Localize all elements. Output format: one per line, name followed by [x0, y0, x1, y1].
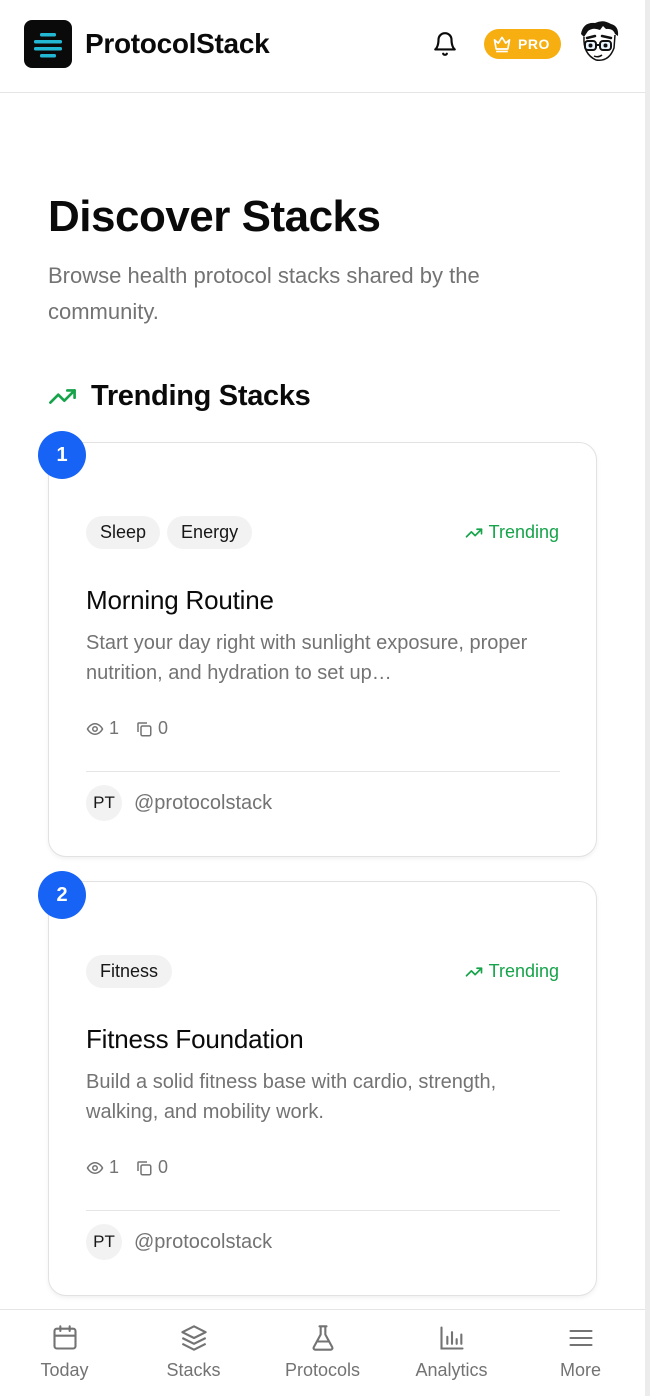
- card-description: Build a solid fitness base with cardio, …: [86, 1071, 497, 1123]
- app-brand[interactable]: ProtocolStack: [85, 28, 270, 60]
- card-title[interactable]: Fitness Foundation: [86, 1024, 304, 1055]
- eye-icon: [86, 722, 104, 735]
- trending-badge: Trending: [465, 961, 559, 982]
- author-avatar: PT: [86, 785, 122, 821]
- card-title[interactable]: Morning Routine: [86, 585, 274, 616]
- views-stat: 1: [86, 718, 119, 739]
- pro-badge[interactable]: PRO: [484, 29, 561, 59]
- card-description: Start your day right with sunlight expos…: [86, 632, 528, 684]
- card-author[interactable]: PT @protocolstack: [86, 1224, 272, 1260]
- copies-stat: 0: [135, 1157, 168, 1178]
- author-handle: @protocolstack: [134, 1230, 273, 1253]
- nav-item-today[interactable]: Today: [0, 1310, 129, 1396]
- nav-item-more[interactable]: More: [516, 1310, 645, 1396]
- nav-label: Protocols: [284, 1360, 361, 1380]
- stack-card[interactable]: Sleep Energy Trending Morning Routine St…: [48, 442, 597, 857]
- rank-badge: 2: [38, 871, 86, 919]
- copies-count: 0: [158, 1157, 169, 1177]
- bar-chart-icon: [439, 1326, 464, 1350]
- copies-stat: 0: [135, 718, 168, 739]
- scrollbar-track[interactable]: [645, 0, 650, 1396]
- user-avatar[interactable]: [573, 18, 623, 68]
- author-avatar: PT: [86, 1224, 122, 1260]
- tag-list: Fitness: [86, 955, 173, 988]
- app-header: ProtocolStack PRO: [0, 0, 645, 93]
- trending-section-header: Trending Stacks: [48, 380, 311, 413]
- section-title: Trending Stacks: [91, 380, 311, 412]
- views-count: 1: [109, 718, 120, 738]
- copy-icon: [137, 721, 152, 736]
- nav-label: Today: [40, 1360, 89, 1380]
- menu-icon: [568, 1329, 593, 1347]
- pro-label: PRO: [518, 36, 550, 52]
- nav-label: More: [559, 1360, 601, 1380]
- trending-label: Trending: [488, 961, 559, 981]
- trending-up-icon: [49, 389, 76, 404]
- page-subtitle: Browse health protocol stacks shared by …: [48, 263, 480, 324]
- copies-count: 0: [158, 718, 169, 738]
- tag[interactable]: Sleep: [86, 516, 161, 549]
- trending-badge: Trending: [465, 522, 559, 543]
- app-logo[interactable]: [24, 20, 72, 68]
- tag[interactable]: Fitness: [86, 955, 173, 988]
- flask-icon: [312, 1325, 333, 1351]
- rank-badge: 1: [38, 431, 86, 479]
- copy-icon: [137, 1160, 152, 1175]
- crown-icon: [493, 36, 511, 53]
- bottom-nav: Today Stacks Protocols Analytics More: [0, 1309, 645, 1396]
- stack-card[interactable]: Fitness Trending Fitness Foundation Buil…: [48, 881, 597, 1296]
- calendar-icon: [52, 1325, 77, 1350]
- nav-label: Stacks: [166, 1360, 221, 1380]
- card-author[interactable]: PT @protocolstack: [86, 785, 272, 821]
- views-count: 1: [109, 1157, 120, 1177]
- nav-item-stacks[interactable]: Stacks: [129, 1310, 258, 1396]
- trending-up-icon: [465, 966, 482, 977]
- notifications-bell-icon[interactable]: [432, 31, 458, 57]
- card-stats: 1 0: [86, 1157, 168, 1178]
- card-stats: 1 0: [86, 718, 168, 739]
- trending-up-icon: [465, 527, 482, 538]
- card-divider: [86, 771, 560, 772]
- nav-item-protocols[interactable]: Protocols: [258, 1310, 387, 1396]
- layers-icon: [180, 1325, 207, 1351]
- author-handle: @protocolstack: [134, 791, 273, 814]
- tag-list: Sleep Energy: [86, 516, 253, 549]
- views-stat: 1: [86, 1157, 119, 1178]
- card-divider: [86, 1210, 560, 1211]
- nav-item-analytics[interactable]: Analytics: [387, 1310, 516, 1396]
- eye-icon: [86, 1161, 104, 1174]
- page-title: Discover Stacks: [48, 192, 381, 241]
- tag[interactable]: Energy: [167, 516, 253, 549]
- logo-stack-icon: [34, 33, 62, 58]
- trending-label: Trending: [488, 522, 559, 542]
- nav-label: Analytics: [415, 1360, 488, 1380]
